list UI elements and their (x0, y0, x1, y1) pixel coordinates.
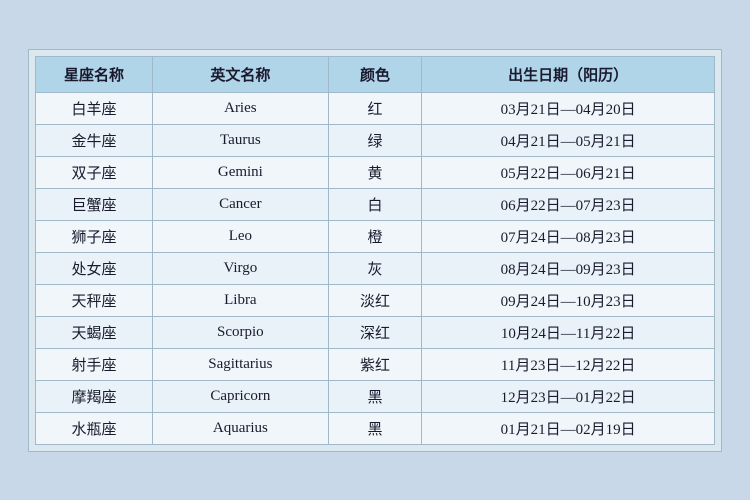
cell-color: 黑 (328, 380, 422, 412)
cell-zh-name: 射手座 (36, 348, 153, 380)
table-header-row: 星座名称 英文名称 颜色 出生日期（阳历） (36, 56, 715, 92)
cell-zh-name: 白羊座 (36, 92, 153, 124)
cell-en-name: Cancer (153, 188, 329, 220)
header-date-range: 出生日期（阳历） (422, 56, 715, 92)
cell-date-range: 05月22日—06月21日 (422, 156, 715, 188)
cell-date-range: 07月24日—08月23日 (422, 220, 715, 252)
header-en-name: 英文名称 (153, 56, 329, 92)
cell-zh-name: 金牛座 (36, 124, 153, 156)
table-row: 巨蟹座Cancer白06月22日—07月23日 (36, 188, 715, 220)
cell-color: 紫红 (328, 348, 422, 380)
cell-zh-name: 摩羯座 (36, 380, 153, 412)
zodiac-table: 星座名称 英文名称 颜色 出生日期（阳历） 白羊座Aries红03月21日—04… (35, 56, 715, 445)
cell-color: 淡红 (328, 284, 422, 316)
table-row: 射手座Sagittarius紫红11月23日—12月22日 (36, 348, 715, 380)
cell-date-range: 09月24日—10月23日 (422, 284, 715, 316)
cell-zh-name: 狮子座 (36, 220, 153, 252)
cell-color: 绿 (328, 124, 422, 156)
cell-zh-name: 双子座 (36, 156, 153, 188)
cell-zh-name: 天秤座 (36, 284, 153, 316)
cell-en-name: Libra (153, 284, 329, 316)
cell-zh-name: 水瓶座 (36, 412, 153, 444)
cell-en-name: Sagittarius (153, 348, 329, 380)
cell-color: 橙 (328, 220, 422, 252)
table-row: 狮子座Leo橙07月24日—08月23日 (36, 220, 715, 252)
table-body: 白羊座Aries红03月21日—04月20日金牛座Taurus绿04月21日—0… (36, 92, 715, 444)
cell-color: 黑 (328, 412, 422, 444)
table-row: 天秤座Libra淡红09月24日—10月23日 (36, 284, 715, 316)
cell-en-name: Taurus (153, 124, 329, 156)
table-row: 金牛座Taurus绿04月21日—05月21日 (36, 124, 715, 156)
cell-date-range: 11月23日—12月22日 (422, 348, 715, 380)
cell-date-range: 12月23日—01月22日 (422, 380, 715, 412)
zodiac-table-container: 星座名称 英文名称 颜色 出生日期（阳历） 白羊座Aries红03月21日—04… (28, 49, 722, 452)
cell-en-name: Gemini (153, 156, 329, 188)
table-row: 水瓶座Aquarius黑01月21日—02月19日 (36, 412, 715, 444)
header-zh-name: 星座名称 (36, 56, 153, 92)
cell-zh-name: 处女座 (36, 252, 153, 284)
cell-date-range: 04月21日—05月21日 (422, 124, 715, 156)
cell-date-range: 03月21日—04月20日 (422, 92, 715, 124)
cell-en-name: Aries (153, 92, 329, 124)
cell-zh-name: 巨蟹座 (36, 188, 153, 220)
header-color: 颜色 (328, 56, 422, 92)
cell-en-name: Virgo (153, 252, 329, 284)
cell-en-name: Leo (153, 220, 329, 252)
table-row: 双子座Gemini黄05月22日—06月21日 (36, 156, 715, 188)
cell-date-range: 06月22日—07月23日 (422, 188, 715, 220)
cell-en-name: Scorpio (153, 316, 329, 348)
cell-date-range: 10月24日—11月22日 (422, 316, 715, 348)
cell-en-name: Capricorn (153, 380, 329, 412)
table-row: 处女座Virgo灰08月24日—09月23日 (36, 252, 715, 284)
table-row: 摩羯座Capricorn黑12月23日—01月22日 (36, 380, 715, 412)
cell-color: 灰 (328, 252, 422, 284)
cell-color: 白 (328, 188, 422, 220)
cell-color: 红 (328, 92, 422, 124)
cell-zh-name: 天蝎座 (36, 316, 153, 348)
cell-date-range: 01月21日—02月19日 (422, 412, 715, 444)
cell-color: 黄 (328, 156, 422, 188)
cell-color: 深红 (328, 316, 422, 348)
table-row: 白羊座Aries红03月21日—04月20日 (36, 92, 715, 124)
cell-en-name: Aquarius (153, 412, 329, 444)
table-row: 天蝎座Scorpio深红10月24日—11月22日 (36, 316, 715, 348)
cell-date-range: 08月24日—09月23日 (422, 252, 715, 284)
